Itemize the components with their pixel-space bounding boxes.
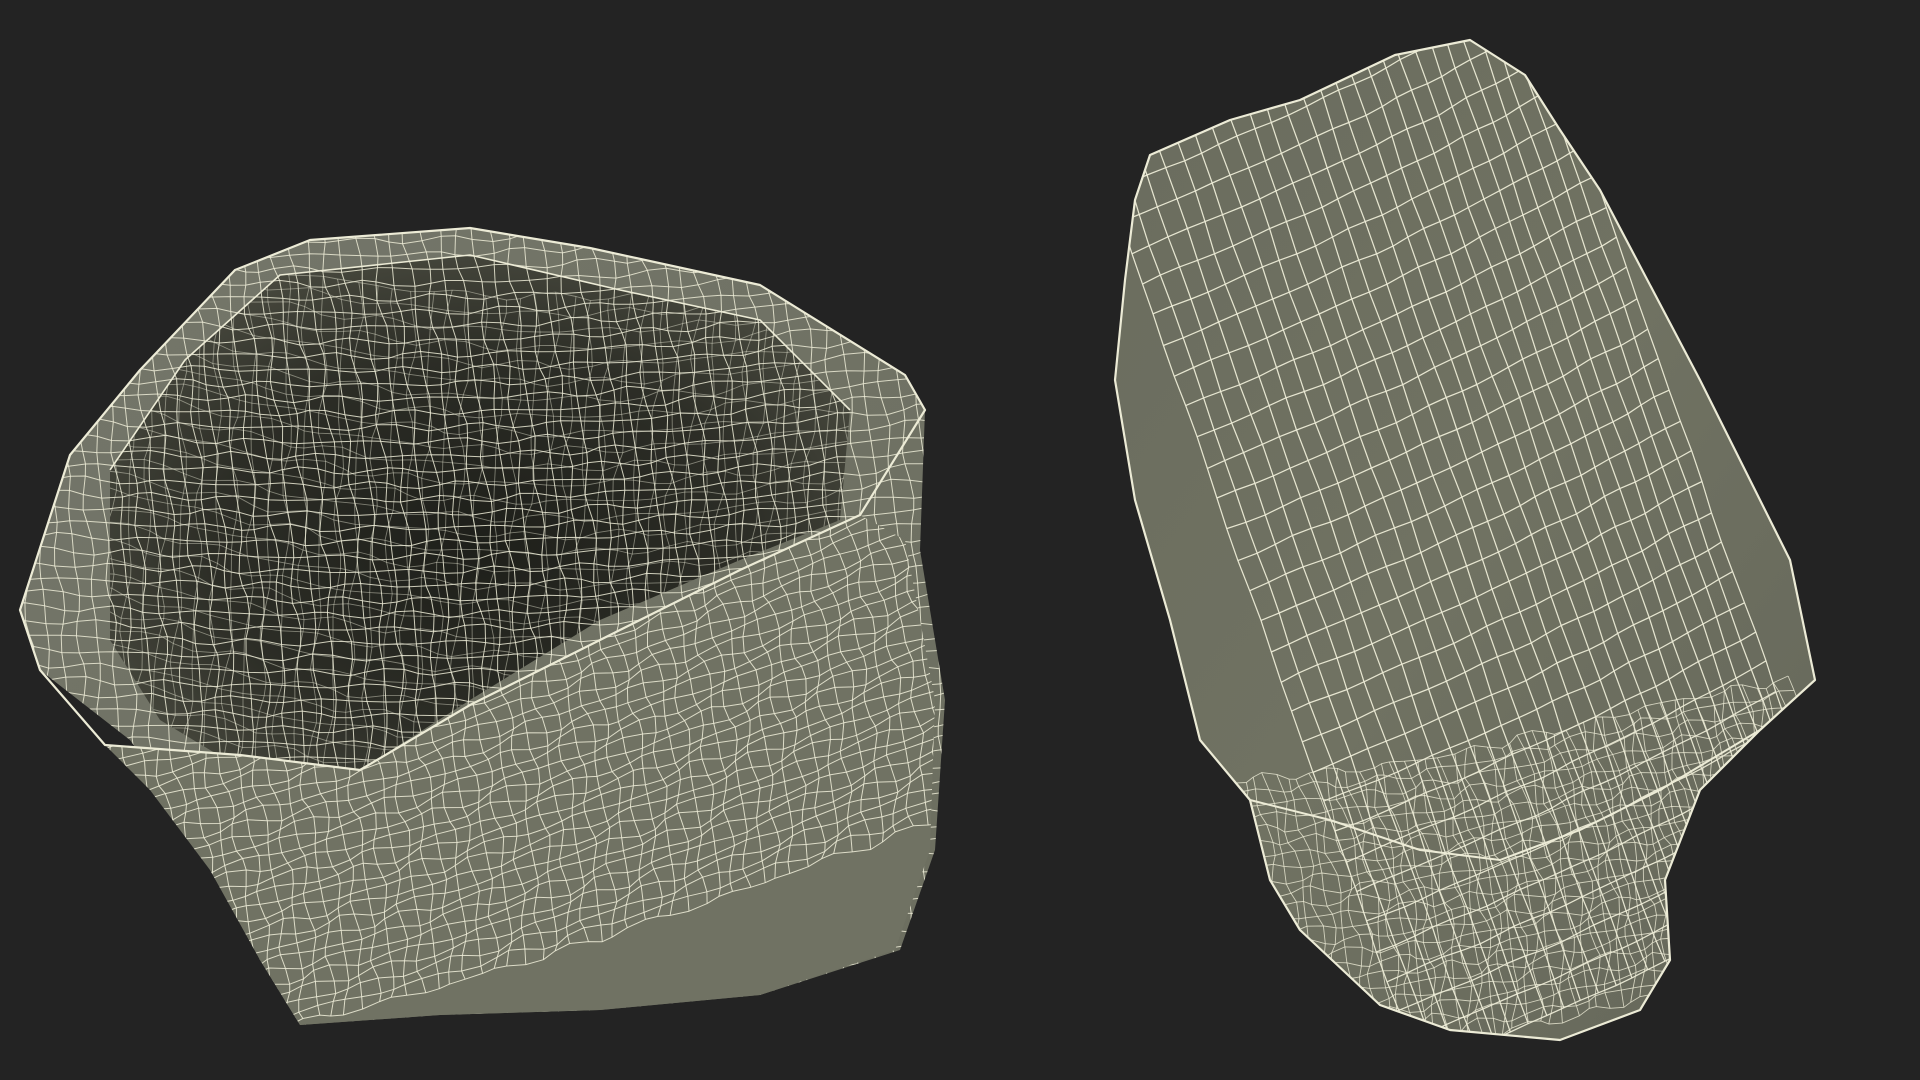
- closed-crumpled-sack: [1113, 38, 1817, 1042]
- open-crumpled-sack: [18, 226, 945, 1025]
- 3d-viewport: [0, 0, 1920, 1080]
- closed-sack-body: [1115, 40, 1815, 1040]
- wireframe-render-scene: [18, 38, 1817, 1042]
